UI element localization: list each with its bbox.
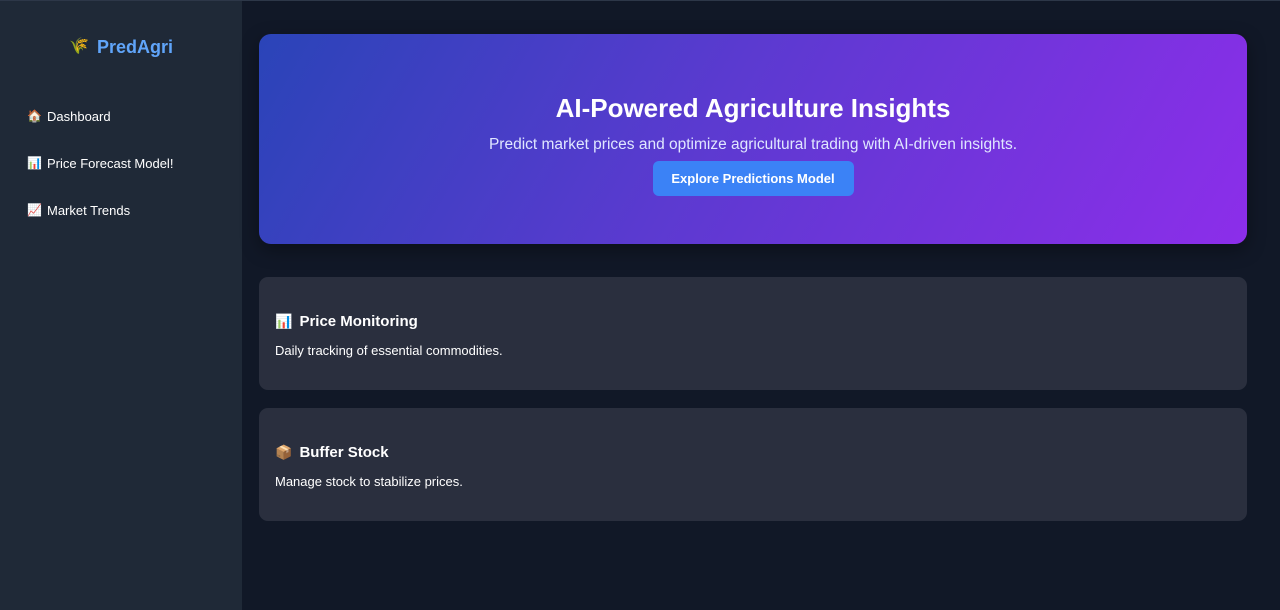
card-title-text: Price Monitoring [299,312,418,330]
bar-chart-icon: 📊 [275,313,293,329]
sidebar-item-market-trends[interactable]: 📈 Market Trends [27,200,242,220]
card-title: 📦 Buffer Stock [275,442,1231,462]
card-description: Daily tracking of essential commodities. [275,343,503,358]
hero-subtitle: Predict market prices and optimize agric… [488,136,1018,153]
sidebar-item-label: Dashboard [47,108,111,124]
brand-name: PredAgri [96,36,173,57]
price-monitoring-card: 📊 Price Monitoring Daily tracking of ess… [259,277,1247,390]
buffer-stock-card: 📦 Buffer Stock Manage stock to stabilize… [259,408,1247,521]
hero-banner: AI-Powered Agriculture Insights Predict … [259,34,1247,244]
sidebar-nav: 🏠 Dashboard 📊 Price Forecast Model! 📈 Ma… [0,106,242,220]
sidebar-item-dashboard[interactable]: 🏠 Dashboard [27,106,242,126]
sidebar: 🌾 PredAgri 🏠 Dashboard 📊 Price Forecast … [0,1,242,610]
card-description: Manage stock to stabilize prices. [275,474,463,489]
sidebar-item-price-forecast[interactable]: 📊 Price Forecast Model! [27,153,242,173]
explore-predictions-button[interactable]: Explore Predictions Model [652,161,854,196]
card-title-text: Buffer Stock [299,443,389,461]
card-title: 📊 Price Monitoring [275,311,1231,331]
package-icon: 📦 [275,444,293,460]
trend-up-icon: 📈 [27,203,42,217]
bar-chart-icon: 📊 [27,156,42,170]
house-icon: 🏠 [27,109,42,123]
brand[interactable]: 🌾 PredAgri [0,35,242,59]
app-shell: 🌾 PredAgri 🏠 Dashboard 📊 Price Forecast … [0,0,1280,610]
sidebar-item-label: Market Trends [47,202,131,218]
corn-icon: 🌾 [69,38,89,55]
main-content: AI-Powered Agriculture Insights Predict … [242,1,1280,610]
sidebar-item-label: Price Forecast Model! [47,155,174,171]
hero-title: AI-Powered Agriculture Insights [555,93,951,123]
